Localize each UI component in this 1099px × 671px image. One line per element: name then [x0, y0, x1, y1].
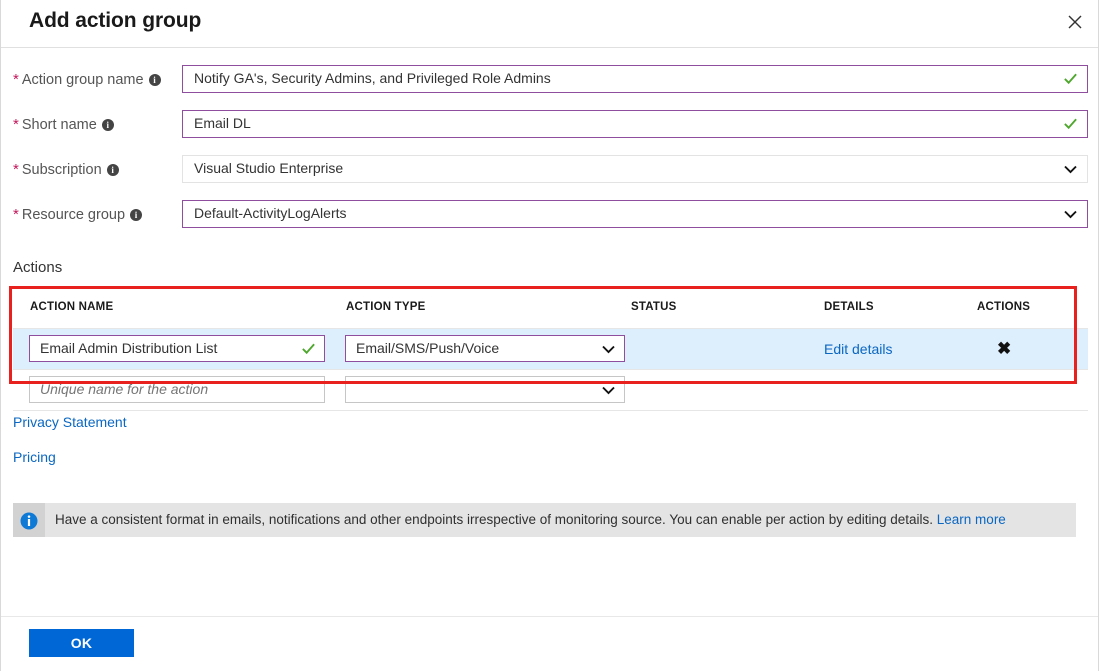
- edit-details-link[interactable]: Edit details: [824, 341, 892, 357]
- chevron-down-icon: [1064, 210, 1077, 219]
- column-header-action-type: ACTION TYPE: [346, 301, 426, 313]
- info-icon[interactable]: i: [148, 74, 161, 86]
- subscription-select[interactable]: Visual Studio Enterprise: [182, 155, 1088, 183]
- checkmark-icon: [1064, 73, 1077, 85]
- info-banner-text: Have a consistent format in emails, noti…: [55, 512, 1006, 527]
- new-action-name-placeholder: Unique name for the action: [40, 381, 209, 397]
- label-short-name: * Short name i: [13, 116, 114, 133]
- short-name-value: Email DL: [194, 115, 251, 131]
- actions-grid-header: ACTION NAME ACTION TYPE STATUS DETAILS A…: [13, 288, 1088, 329]
- row-action-type-select[interactable]: Email/SMS/Push/Voice: [345, 335, 625, 362]
- form-row-resource-group: * Resource group i Default-ActivityLogAler…: [1, 197, 1098, 242]
- new-action-type-select[interactable]: [345, 376, 625, 403]
- page-title: Add action group: [29, 9, 202, 32]
- privacy-statement-link[interactable]: Privacy Statement: [13, 414, 127, 430]
- checkmark-icon: [1064, 118, 1077, 130]
- form-row-subscription: * Subscription i Visual Studio Enterprise: [1, 152, 1098, 197]
- info-icon[interactable]: i: [101, 119, 114, 131]
- footer-divider: [1, 616, 1098, 617]
- label-text: Action group name: [21, 72, 144, 88]
- add-action-group-blade: Add action group * Action group name i Not…: [0, 0, 1099, 671]
- row-action-type-value: Email/SMS/Push/Voice: [356, 340, 500, 356]
- pricing-link[interactable]: Pricing: [13, 449, 56, 465]
- info-banner-message: Have a consistent format in emails, noti…: [55, 512, 934, 527]
- chevron-down-icon: [602, 345, 615, 354]
- chevron-down-icon: [602, 386, 615, 395]
- required-asterisk: *: [13, 116, 19, 133]
- required-asterisk: *: [13, 206, 19, 223]
- info-banner: Have a consistent format in emails, noti…: [13, 503, 1076, 537]
- label-text: Short name: [21, 117, 97, 133]
- blade-header: Add action group: [1, 0, 1098, 48]
- row-action-name-value: Email Admin Distribution List: [40, 340, 218, 356]
- required-asterisk: *: [13, 71, 19, 88]
- label-resource-group: * Resource group i: [13, 206, 143, 223]
- column-header-action-name: ACTION NAME: [30, 301, 114, 313]
- form-row-short-name: * Short name i Email DL: [1, 107, 1098, 152]
- label-text: Subscription: [21, 162, 102, 178]
- column-header-details: DETAILS: [824, 301, 874, 313]
- checkmark-icon: [302, 343, 315, 355]
- info-circle-icon: [13, 503, 45, 537]
- action-group-name-value: Notify GA's, Security Admins, and Privil…: [194, 70, 551, 86]
- info-icon[interactable]: i: [130, 209, 143, 221]
- learn-more-link[interactable]: Learn more: [937, 512, 1006, 527]
- short-name-input[interactable]: Email DL: [182, 110, 1088, 138]
- resource-group-select[interactable]: Default-ActivityLogAlerts: [182, 200, 1088, 228]
- action-group-name-input[interactable]: Notify GA's, Security Admins, and Privil…: [182, 65, 1088, 93]
- actions-grid: ACTION NAME ACTION TYPE STATUS DETAILS A…: [13, 288, 1088, 411]
- ok-button[interactable]: OK: [29, 629, 134, 657]
- action-group-form: * Action group name i Notify GA's, Securit…: [1, 62, 1098, 242]
- label-subscription: * Subscription i: [13, 161, 119, 178]
- column-header-status: STATUS: [631, 301, 677, 313]
- new-action-name-input[interactable]: Unique name for the action: [29, 376, 325, 403]
- actions-section-heading: Actions: [13, 259, 63, 276]
- resource-group-value: Default-ActivityLogAlerts: [194, 205, 347, 221]
- chevron-down-icon: [1064, 165, 1077, 174]
- row-action-name-input[interactable]: Email Admin Distribution List: [29, 335, 325, 362]
- close-icon[interactable]: [1058, 5, 1092, 39]
- column-header-actions: ACTIONS: [977, 301, 1031, 313]
- required-asterisk: *: [13, 161, 19, 178]
- table-row: Email Admin Distribution List Email/SMS/…: [13, 329, 1088, 370]
- info-icon[interactable]: i: [106, 164, 119, 176]
- label-action-group-name: * Action group name i: [13, 71, 161, 88]
- remove-action-button[interactable]: ✖: [997, 340, 1011, 357]
- table-row: Unique name for the action: [13, 370, 1088, 411]
- label-text: Resource group: [21, 207, 126, 223]
- form-row-action-group-name: * Action group name i Notify GA's, Securit…: [1, 62, 1098, 107]
- subscription-value: Visual Studio Enterprise: [194, 160, 344, 176]
